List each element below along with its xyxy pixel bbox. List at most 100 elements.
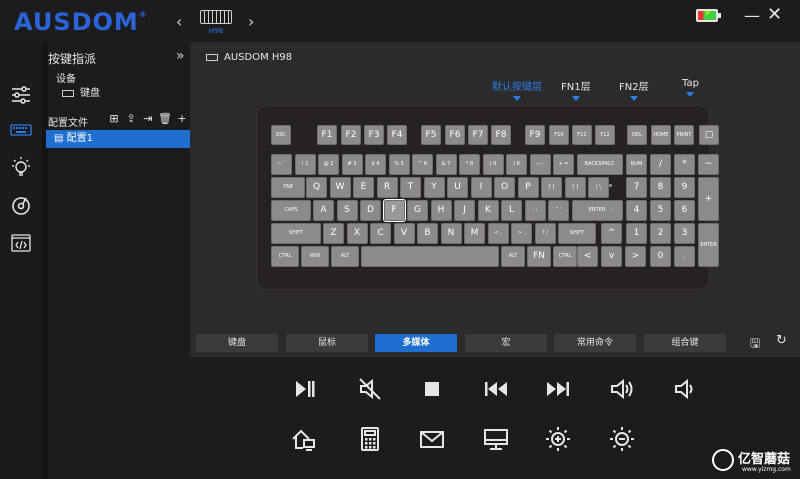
key[interactable]: PRINT [674, 125, 694, 145]
key[interactable]: S [336, 200, 358, 221]
key[interactable]: * 8 [459, 154, 480, 175]
key[interactable]: − [698, 154, 719, 175]
key[interactable]: < , [487, 223, 509, 244]
key[interactable]: Y [423, 177, 445, 198]
tab-multimedia[interactable]: 多媒体 [375, 334, 457, 352]
key[interactable]: . [674, 246, 695, 267]
performance-dial-icon[interactable] [10, 194, 32, 216]
key[interactable]: ? / [534, 223, 556, 244]
key[interactable]: ^ 6 [412, 154, 433, 175]
key[interactable]: F4 [387, 125, 407, 145]
key[interactable]: ^ [601, 223, 622, 244]
next-track-icon[interactable] [544, 375, 572, 403]
key[interactable]: V [393, 223, 415, 244]
volume-up-icon[interactable] [608, 375, 636, 403]
key[interactable]: — - [529, 154, 551, 175]
lighting-bulb-icon[interactable] [10, 156, 32, 178]
key[interactable]: 4 [626, 200, 647, 221]
key[interactable]: WIN [301, 246, 329, 267]
device-selector[interactable]: H98 [198, 8, 234, 38]
next-device-icon[interactable]: › [248, 12, 254, 31]
key[interactable]: 5 [650, 200, 671, 221]
mute-icon[interactable] [356, 375, 384, 403]
key[interactable]: 9 [674, 177, 695, 198]
layer-default[interactable]: 默认按键层 [492, 78, 542, 101]
key[interactable]: G [407, 200, 428, 221]
key[interactable]: A [313, 200, 334, 221]
key[interactable]: W [329, 177, 351, 198]
key[interactable]: ) 0 [506, 154, 527, 175]
key[interactable]: | \ [588, 177, 609, 198]
key[interactable]: ~ ` [271, 154, 292, 175]
key[interactable]: I [470, 177, 492, 198]
key[interactable]: F7 [468, 125, 488, 145]
key[interactable]: F10 [549, 125, 569, 145]
key[interactable]: ! 1 [294, 154, 316, 175]
tab-combo-keys[interactable]: 组合键 [644, 334, 726, 352]
key[interactable]: F6 [445, 125, 465, 145]
key[interactable]: F12 [595, 125, 615, 145]
key[interactable]: > . [511, 223, 532, 244]
key[interactable]: NUM [626, 154, 647, 175]
key[interactable]: 6 [674, 200, 695, 221]
key[interactable]: v [601, 246, 622, 267]
previous-device-icon[interactable]: ‹ [176, 12, 182, 31]
key[interactable]: SHIFT [271, 223, 321, 244]
layer-fn2[interactable]: FN2层 [619, 78, 649, 101]
key[interactable]: * [674, 154, 695, 175]
key[interactable]: F3 [364, 125, 384, 145]
key[interactable]: & 7 [435, 154, 457, 175]
key[interactable]: 2 [650, 223, 671, 244]
tab-common-commands[interactable]: 常用命令 [554, 334, 636, 352]
key[interactable]: P [517, 177, 539, 198]
key[interactable]: } ] [564, 177, 586, 198]
key[interactable]: ALT [501, 246, 525, 267]
stop-icon[interactable] [418, 375, 446, 403]
key[interactable]: ESC [271, 125, 291, 145]
minimize-button[interactable]: — [744, 6, 760, 25]
add-profile-icon[interactable]: + [175, 112, 189, 125]
key[interactable]: F8 [491, 125, 511, 145]
sliders-icon[interactable] [10, 84, 32, 106]
space-key[interactable] [361, 246, 499, 267]
key[interactable]: F9 [525, 125, 545, 145]
key[interactable]: ENTER [698, 223, 719, 267]
keyboard-icon[interactable] [10, 119, 32, 141]
key[interactable]: F [382, 199, 406, 222]
key[interactable]: F2 [341, 125, 361, 145]
key[interactable]: C [370, 223, 391, 244]
play-pause-icon[interactable] [290, 375, 318, 403]
brightness-down-icon[interactable] [608, 425, 636, 453]
key[interactable]: : ; [524, 200, 546, 221]
tab-mouse[interactable]: 鼠标 [286, 334, 368, 352]
key[interactable]: 0 [650, 246, 671, 267]
key[interactable]: > [625, 246, 646, 267]
key[interactable]: CTRL [271, 246, 299, 267]
mail-icon[interactable] [418, 425, 446, 453]
key[interactable]: ( 9 [482, 154, 504, 175]
key[interactable]: ALT [331, 246, 359, 267]
close-button[interactable]: ✕ [767, 4, 782, 25]
key[interactable]: CAPS [271, 200, 311, 221]
key[interactable]: J [454, 200, 475, 221]
calculator-icon[interactable] [356, 425, 384, 453]
key[interactable]: Z [323, 223, 344, 244]
export-icon[interactable]: ⇥ [141, 112, 155, 125]
volume-down-icon[interactable] [670, 375, 698, 403]
key[interactable]: { [ [541, 177, 562, 198]
key[interactable]: Q [306, 177, 327, 198]
key[interactable]: 1 [626, 223, 647, 244]
key[interactable]: + [698, 177, 719, 221]
key[interactable]: CTRL [553, 246, 577, 267]
key[interactable]: % 5 [388, 154, 410, 175]
code-macro-icon[interactable] [10, 232, 32, 254]
key[interactable]: < [577, 246, 598, 267]
key[interactable]: B [417, 223, 438, 244]
key[interactable]: E [353, 177, 374, 198]
key[interactable]: O [494, 177, 515, 198]
key[interactable]: TAB [271, 177, 305, 198]
device-list-item[interactable]: 键盘 [62, 84, 100, 99]
previous-track-icon[interactable] [482, 375, 510, 403]
key[interactable]: K [477, 200, 499, 221]
tab-keyboard[interactable]: 键盘 [196, 334, 278, 352]
